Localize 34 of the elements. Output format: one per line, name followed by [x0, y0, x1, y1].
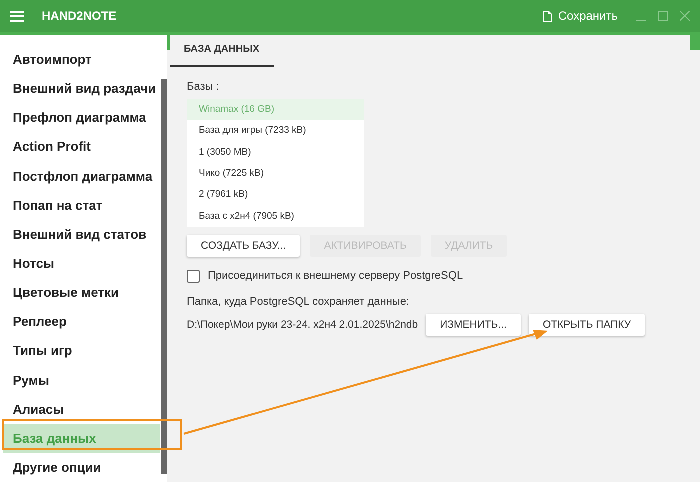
scrollbar-thumb[interactable] — [160, 79, 166, 474]
sidebar-item[interactable]: Типы игр — [3, 336, 160, 366]
folder-label: Папка, куда PostgreSQL сохраняет данные: — [187, 296, 410, 308]
close-icon[interactable] — [680, 11, 690, 21]
folder-button[interactable]: ИЗМЕНИТЬ... — [426, 314, 521, 336]
database-item[interactable]: База с х2н4 (7905 kB) — [187, 205, 364, 227]
database-item[interactable]: 2 (7961 kB) — [187, 184, 364, 206]
action-button[interactable]: СОЗДАТЬ БАЗУ... — [187, 234, 300, 257]
document-icon — [543, 10, 552, 22]
folder-path: D:\Покер\Мои руки 23-24. х2н4 2.01.2025\h2ndb — [187, 318, 418, 331]
sidebar-item[interactable]: Action Profit — [3, 132, 160, 162]
sidebar-item[interactable]: Попап на стат — [3, 190, 160, 220]
maximize-icon[interactable] — [658, 11, 668, 21]
checkbox[interactable] — [187, 270, 200, 283]
sidebar-item[interactable]: Алиасы — [3, 394, 160, 424]
sidebar-item[interactable]: Нотсы — [3, 248, 160, 278]
tab[interactable]: БАЗА ДАННЫХ — [170, 35, 274, 67]
database-item[interactable]: Чико (7225 kB) — [187, 162, 364, 184]
sidebar-item[interactable]: Автоимпорт — [3, 45, 160, 74]
sidebar-item[interactable]: Цветовые метки — [3, 278, 160, 308]
database-item[interactable]: База для игры (7233 kB) — [187, 120, 364, 142]
database-item[interactable]: 1 (3050 MB) — [187, 142, 364, 163]
sidebar-item[interactable]: Реплеер — [3, 307, 160, 336]
checkbox-label: Присоединиться к внешнему серверу PostgreSQL — [208, 270, 464, 282]
sidebar-item[interactable]: Другие опции — [3, 452, 160, 482]
sidebar-item[interactable]: Внешний вид статов — [3, 220, 160, 249]
databases-label: Базы : — [187, 81, 220, 93]
folder-button[interactable]: ОТКРЫТЬ ПАПКУ — [528, 314, 646, 336]
sidebar-item[interactable]: Постфлоп диаграмма — [3, 162, 160, 191]
menu-icon[interactable] — [10, 10, 24, 22]
app-title: HAND2NOTE — [42, 9, 117, 23]
sidebar-item[interactable]: Румы — [3, 366, 160, 395]
sidebar-item[interactable]: Префлоп диаграмма — [3, 103, 160, 132]
sidebar-item[interactable]: Внешний вид раздачи — [3, 74, 160, 104]
